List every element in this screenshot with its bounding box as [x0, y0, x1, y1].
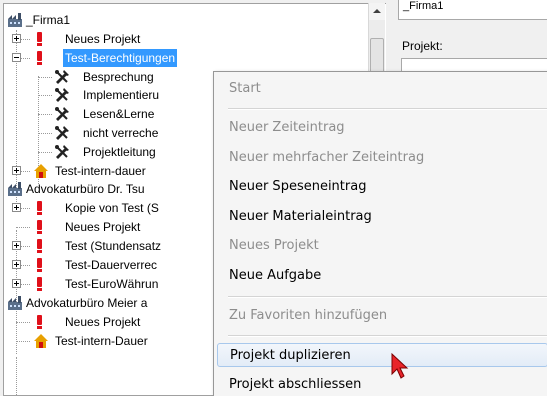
menu-item-label: Neues Projekt [229, 238, 319, 253]
tree-line [38, 114, 52, 115]
menu-item-neuer-materialeintrag[interactable]: Neuer Materialeintrag [217, 205, 547, 229]
menu-item-projekt-abschliessen[interactable]: Projekt abschliessen [217, 373, 547, 396]
tree-item-label: Projektleitung [83, 145, 156, 159]
expand-icon[interactable] [12, 203, 21, 212]
tree-item-company[interactable]: _Firma1 [4, 11, 372, 29]
collapse-icon[interactable] [12, 53, 21, 62]
menu-item-label: Neuer Materialeintrag [229, 209, 372, 224]
tree-line [38, 133, 52, 134]
expand-icon[interactable] [12, 34, 21, 43]
tree-item-label-selected: Test-Berechtigungen [63, 49, 178, 67]
tree-item-label: Test-EuroWährun [65, 277, 159, 291]
house-icon [34, 334, 48, 348]
tree-line [16, 322, 30, 323]
menu-item-label: Projekt duplizieren [230, 348, 351, 363]
tree-line [16, 357, 17, 395]
tree-item-label: Lesen&Lerne [83, 107, 155, 121]
menu-item-zu-favoriten-hinzufuegen[interactable]: Zu Favoriten hinzufügen [217, 304, 547, 328]
house-icon [34, 164, 48, 178]
context-menu: Start Neuer Zeiteintrag Neuer mehrfacher… [213, 71, 547, 396]
tools-icon [55, 88, 69, 102]
tree-item-label: Test-intern-dauer [55, 164, 146, 178]
menu-item-label: Zu Favoriten hinzufügen [229, 308, 388, 323]
tree-line [16, 227, 30, 228]
tree-item-label: nicht verreche [83, 126, 159, 140]
tools-icon [55, 107, 69, 121]
tree-item-label: Neues Projekt [65, 315, 141, 329]
tree-item-label: Advokaturbüro Dr. Tsu [26, 182, 145, 196]
factory-icon [8, 182, 22, 196]
menu-item-label: Neuer mehrfacher Zeiteintrag [229, 150, 425, 165]
menu-separator [228, 296, 547, 298]
tree-item-label: Test-intern-Dauer [55, 334, 148, 348]
menu-item-label: Neuer Speseneintrag [229, 179, 367, 194]
tree-item-label: _Firma1 [26, 13, 71, 27]
menu-item-label: Projekt abschliessen [229, 377, 362, 392]
exclamation-icon [32, 238, 48, 254]
menu-item-neuer-zeiteintrag[interactable]: Neuer Zeiteintrag [217, 116, 547, 140]
expand-icon[interactable] [12, 166, 21, 175]
tools-icon [55, 145, 69, 159]
exclamation-icon [32, 219, 48, 235]
expand-icon[interactable] [12, 260, 21, 269]
tree-line [16, 341, 30, 342]
tools-icon [55, 70, 69, 84]
tree-item-label: Kopie von Test (S [65, 201, 159, 215]
tree-item-project[interactable]: Test-Berechtigungen [4, 49, 372, 67]
tree-line [38, 95, 52, 96]
exclamation-icon [32, 314, 48, 330]
mouse-pointer-icon [391, 352, 409, 379]
tree-item-project[interactable]: Neues Projekt [4, 30, 372, 48]
tree-line [38, 77, 52, 78]
menu-item-neuer-speseneintrag[interactable]: Neuer Speseneintrag [217, 175, 547, 199]
tree-item-label: Besprechung [83, 70, 154, 84]
tree-item-label: Neues Projekt [65, 220, 141, 234]
menu-item-label: Neuer Zeiteintrag [229, 120, 345, 135]
menu-item-label: Start [229, 81, 261, 96]
menu-item-start[interactable]: Start [217, 77, 547, 101]
menu-separator [228, 108, 547, 110]
expand-icon[interactable] [12, 279, 21, 288]
menu-separator [228, 335, 547, 337]
tree-item-label: Implementieru [83, 88, 160, 102]
menu-item-neue-aufgabe[interactable]: Neue Aufgabe [217, 264, 547, 288]
tree-item-label: Test-Dauerverrec [65, 258, 158, 272]
exclamation-icon [32, 200, 48, 216]
expand-icon[interactable] [12, 241, 21, 250]
tools-icon [55, 126, 69, 140]
exclamation-icon [32, 31, 48, 47]
factory-icon [8, 296, 22, 310]
menu-item-neues-projekt[interactable]: Neues Projekt [217, 234, 547, 258]
menu-item-label: Neue Aufgabe [229, 268, 322, 283]
scroll-up-arrow-icon[interactable] [369, 3, 385, 20]
tree-item-label: Test (Stundensatz [65, 239, 162, 253]
tree-item-label: Neues Projekt [65, 32, 141, 46]
exclamation-icon [32, 257, 48, 273]
company-field-value: _Firma1 [403, 0, 444, 12]
menu-item-projekt-duplizieren[interactable]: Projekt duplizieren [217, 343, 547, 367]
company-field[interactable]: _Firma1 [398, 0, 547, 20]
factory-icon [8, 13, 22, 27]
exclamation-icon [32, 50, 48, 66]
tree-line [38, 152, 52, 153]
exclamation-icon [32, 276, 48, 292]
tree-item-label: Advokaturbüro Meier a [26, 296, 148, 310]
projekt-label: Projekt: [402, 39, 443, 53]
menu-item-neuer-mehrfacher-zeiteintrag[interactable]: Neuer mehrfacher Zeiteintrag [217, 146, 547, 170]
